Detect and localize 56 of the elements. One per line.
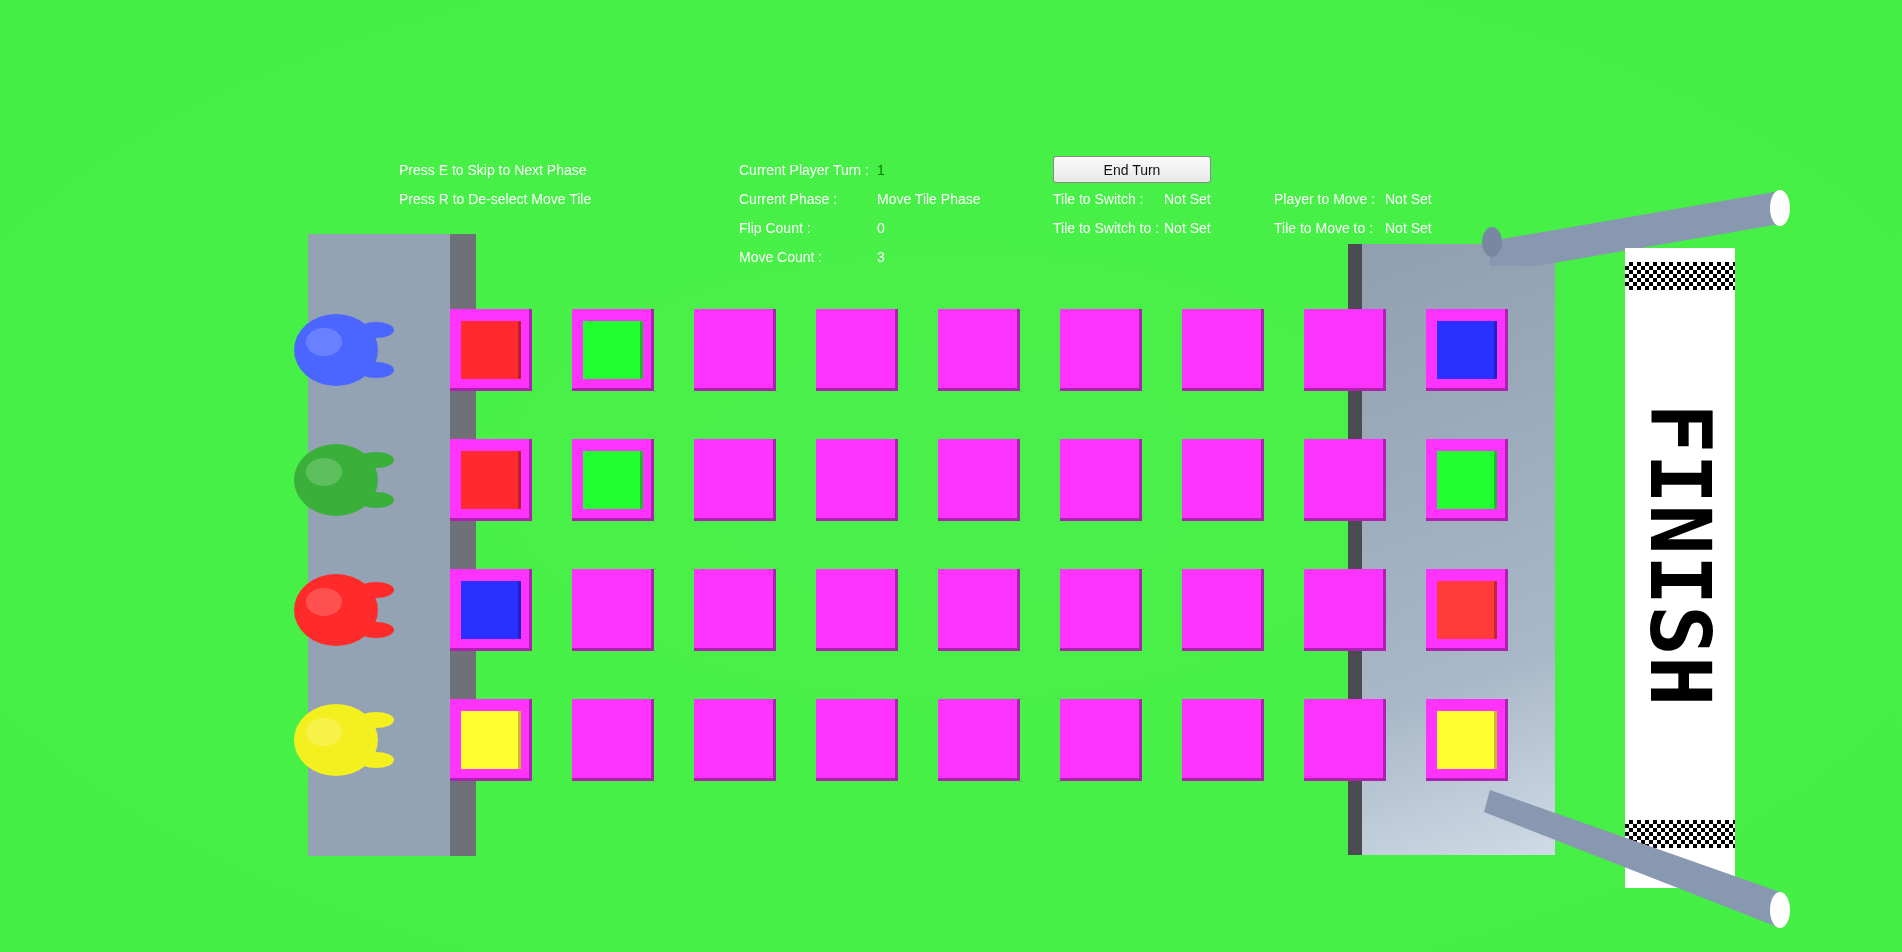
board-tile[interactable]	[1304, 309, 1386, 391]
board-tile[interactable]	[1426, 569, 1508, 651]
status-value: 3	[877, 248, 885, 267]
info-value: Not Set	[1164, 219, 1211, 238]
board-tile[interactable]	[694, 439, 776, 521]
board-tile[interactable]	[816, 439, 898, 521]
board-tile[interactable]	[450, 439, 532, 521]
board-tile[interactable]	[1060, 439, 1142, 521]
board-tile[interactable]	[694, 569, 776, 651]
status-label: Current Player Turn :	[739, 161, 870, 180]
board-tile[interactable]	[1426, 309, 1508, 391]
board-tile[interactable]	[694, 309, 776, 391]
board-tile[interactable]	[938, 699, 1020, 781]
board-tile[interactable]	[572, 439, 654, 521]
board-tile[interactable]	[1304, 699, 1386, 781]
board-tile[interactable]	[1182, 699, 1264, 781]
board-tile[interactable]	[1426, 699, 1508, 781]
info-value: Not Set	[1164, 190, 1211, 209]
board-tile[interactable]	[572, 309, 654, 391]
board-tile[interactable]	[1060, 309, 1142, 391]
status-label: Move Count :	[739, 248, 824, 267]
board-tile[interactable]	[816, 309, 898, 391]
instruction-text: Press E to Skip to Next Phase	[399, 161, 588, 180]
instruction-text: Press R to De-select Move Tile	[399, 190, 593, 209]
status-value: 1	[877, 161, 885, 180]
status-label: Flip Count :	[739, 219, 812, 238]
info-value: Not Set	[1385, 219, 1432, 238]
board-tile[interactable]	[1182, 569, 1264, 651]
board-tile[interactable]	[450, 569, 532, 651]
board-tile[interactable]	[938, 439, 1020, 521]
board-tile[interactable]	[572, 699, 654, 781]
board-tile[interactable]	[1060, 699, 1142, 781]
info-label: Tile to Switch to :	[1053, 219, 1161, 238]
board-tile[interactable]	[1304, 439, 1386, 521]
board-tile[interactable]	[450, 699, 532, 781]
board-tile[interactable]	[450, 309, 532, 391]
board-tile[interactable]	[694, 699, 776, 781]
board-tile[interactable]	[1182, 309, 1264, 391]
finish-text: FINISH	[1638, 403, 1722, 707]
board-tile[interactable]	[1304, 569, 1386, 651]
info-label: Tile to Move to :	[1274, 219, 1375, 238]
board-tile[interactable]	[572, 569, 654, 651]
board-tile[interactable]	[1426, 439, 1508, 521]
board-tile[interactable]	[938, 309, 1020, 391]
board-tile[interactable]	[938, 569, 1020, 651]
board-tile[interactable]	[1060, 569, 1142, 651]
info-value: Not Set	[1385, 190, 1432, 209]
status-label: Current Phase :	[739, 190, 839, 209]
board-tile[interactable]	[816, 569, 898, 651]
status-value: 0	[877, 219, 885, 238]
end-turn-button[interactable]: End Turn	[1053, 156, 1211, 183]
info-label: Player to Move :	[1274, 190, 1377, 209]
board-tile[interactable]	[816, 699, 898, 781]
info-label: Tile to Switch :	[1053, 190, 1145, 209]
board-tile[interactable]	[1182, 439, 1264, 521]
status-value: Move Tile Phase	[877, 190, 981, 209]
